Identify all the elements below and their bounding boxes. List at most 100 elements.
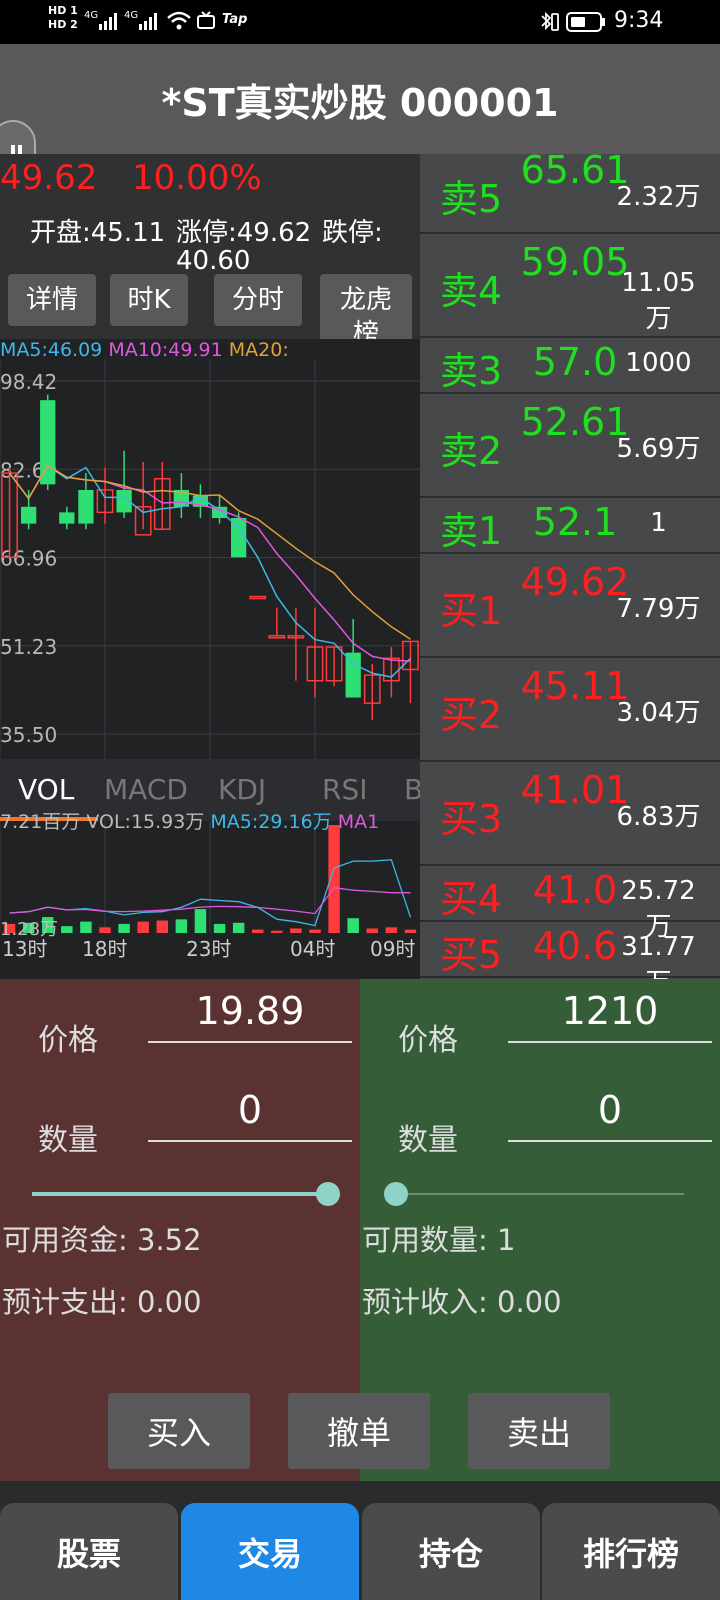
nav-tab-stocks[interactable]: 股票 bbox=[0, 1503, 178, 1600]
book-level-label: 买3 bbox=[440, 797, 503, 841]
book-volume: 5.69万 bbox=[616, 434, 701, 464]
last-price: 49.62 bbox=[0, 158, 98, 198]
vol-ma10-label: MA1 bbox=[337, 811, 380, 833]
tab-rsi[interactable]: RSI bbox=[322, 773, 368, 806]
book-level-label: 买2 bbox=[440, 693, 503, 737]
y-tick-label: 35.50 bbox=[0, 723, 57, 747]
net2-label: 4G bbox=[124, 10, 139, 21]
book-level-label: 买4 bbox=[440, 877, 503, 921]
sell-qty-input[interactable]: 0 bbox=[508, 1080, 712, 1142]
vol-legend: 7.21百万 VOL:15.93万 MA5:29.16万 MA1 bbox=[0, 807, 420, 834]
buy-slider-track[interactable] bbox=[32, 1192, 328, 1196]
sim2-label: HD 2 bbox=[48, 18, 78, 31]
candle-body bbox=[231, 518, 247, 558]
candle bbox=[249, 595, 267, 600]
battery-icon bbox=[566, 11, 606, 33]
bid-row[interactable]: 买4 41.0 25.72万 bbox=[420, 864, 720, 942]
title-bar: *ST真实炒股 000001 bbox=[0, 44, 720, 154]
estimated-income-value: 0.00 bbox=[497, 1285, 562, 1319]
available-qty: 可用数量: 1 bbox=[362, 1217, 515, 1259]
book-level-label: 卖5 bbox=[440, 177, 503, 221]
estimated-cost-value: 0.00 bbox=[137, 1285, 202, 1319]
book-volume: 2.32万 bbox=[616, 182, 701, 212]
buy-price-input[interactable]: 19.89 bbox=[148, 981, 352, 1043]
bid-row[interactable]: 买3 41.01 6.83万 bbox=[420, 760, 720, 866]
vibrate-icon bbox=[538, 10, 560, 34]
estimated-cost-label: 预计支出: bbox=[2, 1285, 128, 1319]
buy-slider-thumb[interactable] bbox=[316, 1182, 340, 1206]
candle bbox=[78, 473, 94, 530]
x-tick: 13时 bbox=[2, 937, 48, 961]
open-price: 开盘:45.11 bbox=[30, 218, 166, 248]
bottom-nav: 股票 交易 持仓 排行榜 bbox=[0, 1481, 720, 1600]
candlestick-chart[interactable]: 98.42 82.69 66.96 51.23 35.50 MA5:46.09 MA10… bbox=[0, 339, 420, 759]
y-tick-label: 66.96 bbox=[0, 547, 57, 571]
ma5-label: MA5:46.09 bbox=[0, 339, 103, 361]
ma10-label: MA10:49.91 bbox=[108, 339, 223, 361]
x-tick: 09时 bbox=[370, 937, 416, 961]
bid-row[interactable]: 买1 49.62 7.79万 bbox=[420, 552, 720, 658]
book-level-label: 买1 bbox=[440, 589, 503, 633]
ask-row[interactable]: 卖5 65.61 2.32万 bbox=[420, 154, 720, 234]
nav-tab-ranking[interactable]: 排行榜 bbox=[542, 1503, 720, 1600]
bid-row[interactable]: 买2 45.11 3.04万 bbox=[420, 656, 720, 762]
candle bbox=[59, 506, 75, 530]
candle bbox=[173, 473, 189, 519]
buy-qty-input[interactable]: 0 bbox=[148, 1080, 352, 1142]
volume-chart[interactable]: 7.21百万 VOL:15.93万 MA5:29.16万 MA1 1.28万 1… bbox=[0, 811, 420, 979]
page-title: *ST真实炒股 000001 bbox=[161, 80, 559, 125]
book-level-label: 卖1 bbox=[440, 509, 503, 553]
bid-row[interactable]: 买540.631.77万 bbox=[420, 920, 720, 979]
book-level-label: 卖4 bbox=[440, 269, 503, 313]
estimated-income: 预计收入: 0.00 bbox=[362, 1279, 562, 1321]
sell-slider-track[interactable] bbox=[384, 1193, 684, 1195]
ask-row[interactable]: 卖2 52.61 5.69万 bbox=[420, 392, 720, 498]
ma-legend: MA5:46.09 MA10:49.91 MA20: bbox=[0, 339, 320, 361]
ask-row[interactable]: 卖4 59.05 11.05万 bbox=[420, 232, 720, 338]
cancel-order-button[interactable]: 撤单 bbox=[288, 1393, 430, 1469]
candle bbox=[325, 646, 343, 687]
intraday-button[interactable]: 分时 bbox=[214, 274, 302, 326]
book-volume: 1000 bbox=[625, 348, 692, 378]
vol-ma5-label: MA5:29.16万 bbox=[210, 811, 332, 833]
tab-boll[interactable]: B bbox=[404, 773, 420, 806]
volume-bar bbox=[232, 922, 245, 933]
nav-tab-positions[interactable]: 持仓 bbox=[362, 1503, 540, 1600]
limit-up: 涨停:49.62 bbox=[176, 218, 312, 248]
ma20-label: MA20: bbox=[228, 339, 289, 361]
candle bbox=[96, 467, 114, 524]
volume-bar bbox=[347, 918, 359, 933]
available-qty-label: 可用数量: bbox=[362, 1223, 488, 1257]
available-qty-value: 1 bbox=[497, 1223, 516, 1257]
candle-body bbox=[345, 652, 361, 698]
sim1-label: HD 1 bbox=[48, 4, 78, 17]
nav-tab-trade[interactable]: 交易 bbox=[181, 1503, 359, 1600]
candle-body bbox=[21, 506, 37, 524]
candle-body bbox=[40, 400, 56, 485]
details-button[interactable]: 详情 bbox=[8, 274, 96, 326]
volume-bar bbox=[118, 923, 130, 933]
candle-body bbox=[78, 489, 94, 524]
sell-price-input[interactable]: 1210 bbox=[508, 981, 712, 1043]
change-percent: 10.00% bbox=[132, 158, 262, 198]
wifi-icon bbox=[166, 10, 192, 32]
tab-kdj[interactable]: KDJ bbox=[218, 773, 266, 806]
ask-row[interactable]: 卖3 57.0 1000 bbox=[420, 336, 720, 394]
available-funds: 可用资金: 3.52 bbox=[2, 1217, 202, 1259]
sell-button[interactable]: 卖出 bbox=[468, 1393, 610, 1469]
x-axis-labels: 13时 18时 23时 04时 09时 bbox=[0, 933, 420, 961]
tab-macd[interactable]: MACD bbox=[104, 773, 188, 806]
time-k-button[interactable]: 时K bbox=[110, 274, 188, 326]
tab-vol[interactable]: VOL bbox=[18, 773, 74, 806]
status-bar: HD 1 HD 2 4G 4G Tap 9:34 bbox=[0, 0, 720, 44]
x-tick: 23时 bbox=[186, 937, 232, 961]
candle-body bbox=[268, 635, 286, 639]
signal1-icon bbox=[98, 12, 120, 30]
buy-button[interactable]: 买入 bbox=[108, 1393, 250, 1469]
sell-slider-thumb[interactable] bbox=[384, 1182, 408, 1206]
volume-bar bbox=[213, 923, 226, 933]
book-volume: 7.79万 bbox=[616, 594, 701, 624]
ask-row[interactable]: 卖1 52.1 1 bbox=[420, 496, 720, 554]
clock: 9:34 bbox=[614, 8, 664, 33]
sim-indicators: HD 1 HD 2 bbox=[48, 4, 78, 32]
